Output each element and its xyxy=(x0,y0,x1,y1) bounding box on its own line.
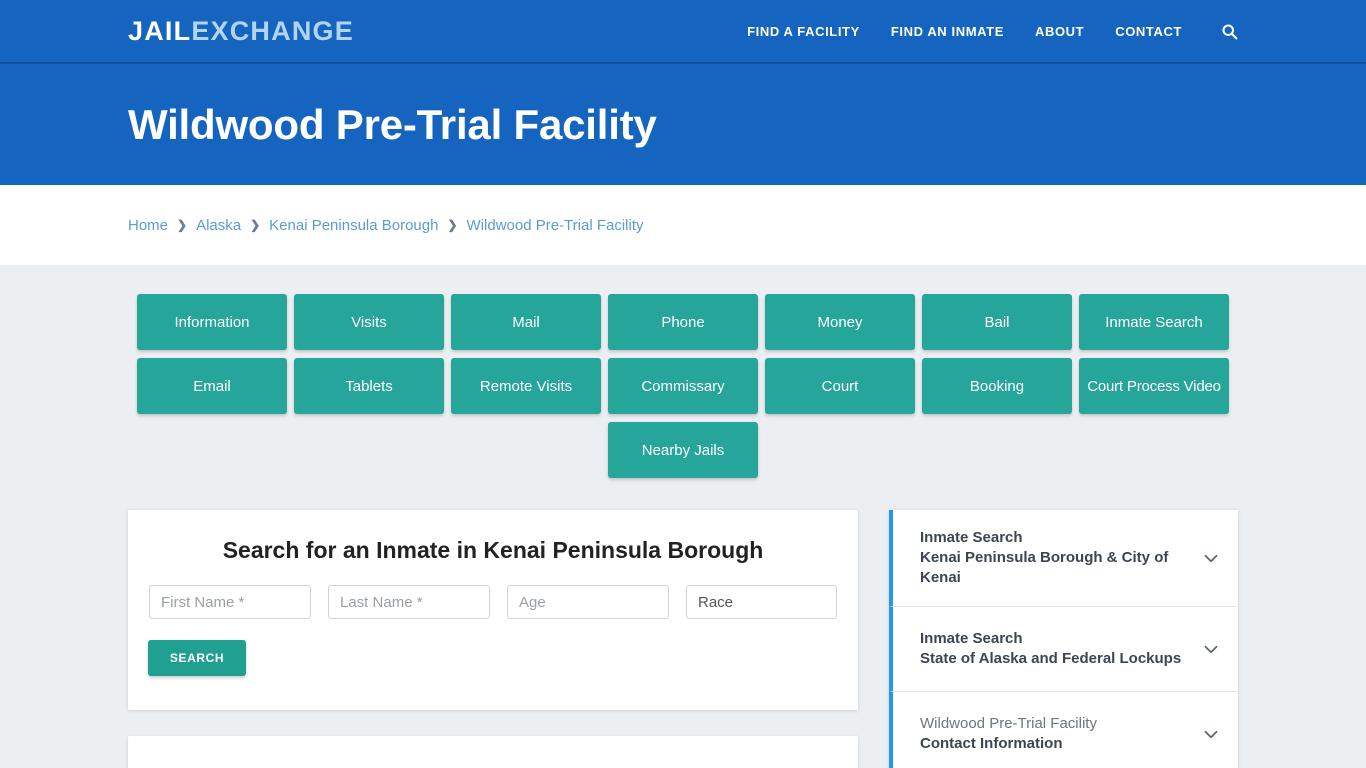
race-select[interactable]: Race xyxy=(686,585,837,619)
tile-button-money[interactable]: Money xyxy=(765,294,915,350)
breadcrumb-bar: Home ❯ Alaska ❯ Kenai Peninsula Borough … xyxy=(0,185,1366,265)
nav-item-contact[interactable]: CONTACT xyxy=(1115,24,1182,39)
site-logo[interactable]: JAILEXCHANGE xyxy=(128,15,354,46)
accordion-item-contact-information[interactable]: Wildwood Pre-Trial Facility Contact Info… xyxy=(889,691,1238,768)
first-name-input[interactable] xyxy=(149,585,311,619)
tile-button-inmate-search[interactable]: Inmate Search xyxy=(1079,294,1229,350)
inmate-search-heading: Search for an Inmate in Kenai Peninsula … xyxy=(222,537,764,563)
accordion-item-inmate-search-borough[interactable]: Inmate Search Kenai Peninsula Borough & … xyxy=(889,510,1238,607)
tile-button-mail[interactable]: Mail xyxy=(451,294,601,350)
tile-button-court[interactable]: Court xyxy=(765,358,915,414)
logo-text-primary: JAIL xyxy=(128,15,192,46)
content-columns: Search for an Inmate in Kenai Peninsula … xyxy=(128,510,1238,768)
main-content: Information Visits Mail Phone Money Bail… xyxy=(0,265,1366,768)
tile-button-bail[interactable]: Bail xyxy=(922,294,1072,350)
last-name-input[interactable] xyxy=(328,585,490,619)
facility-information-card: Wildwood Pre-Trial Facility Information xyxy=(128,736,858,768)
nav-item-find-a-facility[interactable]: FIND A FACILITY xyxy=(747,24,860,39)
site-header: JAILEXCHANGE FIND A FACILITY FIND AN INM… xyxy=(0,0,1366,64)
tile-button-visits[interactable]: Visits xyxy=(294,294,444,350)
age-input[interactable] xyxy=(507,585,669,619)
accordion-item-text: Inmate Search State of Alaska and Federa… xyxy=(920,629,1188,669)
accordion-item-title: Inmate Search xyxy=(920,529,1023,546)
search-submit-button[interactable]: SEARCH xyxy=(148,640,246,676)
search-toggle-button[interactable] xyxy=(1213,23,1238,40)
facility-topic-button-grid: Information Visits Mail Phone Money Bail… xyxy=(128,294,1238,414)
nearby-jails-row: Nearby Jails xyxy=(128,422,1238,478)
tile-button-remote-visits[interactable]: Remote Visits xyxy=(451,358,601,414)
chevron-down-icon xyxy=(1200,723,1222,745)
tile-button-email[interactable]: Email xyxy=(137,358,287,414)
page-title: Wildwood Pre-Trial Facility xyxy=(128,100,657,148)
accordion-item-subtitle: State of Alaska and Federal Lockups xyxy=(920,649,1182,667)
nav-item-find-an-inmate[interactable]: FIND AN INMATE xyxy=(891,24,1004,39)
inmate-search-card: Search for an Inmate in Kenai Peninsula … xyxy=(128,510,858,710)
tile-button-nearby-jails[interactable]: Nearby Jails xyxy=(608,422,758,478)
accordion-item-text: Wildwood Pre-Trial Facility Contact Info… xyxy=(920,714,1188,754)
inmate-search-form: Race xyxy=(148,585,838,619)
logo-text-secondary: EXCHANGE xyxy=(191,15,354,46)
tile-button-tablets[interactable]: Tablets xyxy=(294,358,444,414)
chevron-down-icon xyxy=(1200,547,1222,569)
search-icon xyxy=(1221,23,1238,40)
accordion-item-title: Wildwood Pre-Trial Facility xyxy=(920,715,1097,733)
main-navigation: FIND A FACILITY FIND AN INMATE ABOUT CON… xyxy=(747,23,1238,40)
tile-button-commissary[interactable]: Commissary xyxy=(608,358,758,414)
accordion-item-title: Inmate Search xyxy=(920,629,1023,647)
breadcrumb: Home ❯ Alaska ❯ Kenai Peninsula Borough … xyxy=(128,217,644,234)
breadcrumb-item-current: Wildwood Pre-Trial Facility xyxy=(466,216,644,234)
accordion-item-subtitle: Contact Information xyxy=(920,735,1063,753)
tile-button-phone[interactable]: Phone xyxy=(608,294,758,350)
primary-column: Search for an Inmate in Kenai Peninsula … xyxy=(128,510,858,768)
breadcrumb-separator-icon: ❯ xyxy=(177,218,188,232)
accordion-item-inmate-search-state[interactable]: Inmate Search State of Alaska and Federa… xyxy=(889,606,1238,692)
accordion-item-text: Inmate Search Kenai Peninsula Borough & … xyxy=(920,528,1188,588)
chevron-down-icon xyxy=(1200,638,1222,660)
nav-item-about[interactable]: ABOUT xyxy=(1035,24,1084,39)
breadcrumb-item-county[interactable]: Kenai Peninsula Borough xyxy=(269,217,438,234)
breadcrumb-item-alaska[interactable]: Alaska xyxy=(196,217,241,234)
tile-button-booking[interactable]: Booking xyxy=(922,358,1072,414)
breadcrumb-item-home[interactable]: Home xyxy=(128,217,168,234)
sidebar-accordion: Inmate Search Kenai Peninsula Borough & … xyxy=(889,510,1238,768)
tile-button-court-process-video[interactable]: Court Process Video xyxy=(1079,358,1229,414)
tile-button-information[interactable]: Information xyxy=(137,294,287,350)
sidebar-column: Inmate Search Kenai Peninsula Borough & … xyxy=(889,510,1238,768)
breadcrumb-separator-icon: ❯ xyxy=(250,218,261,232)
breadcrumb-separator-icon: ❯ xyxy=(447,218,458,232)
accordion-item-subtitle: Kenai Peninsula Borough & City of Kenai xyxy=(920,548,1169,586)
page-title-banner: Wildwood Pre-Trial Facility xyxy=(0,64,1366,185)
